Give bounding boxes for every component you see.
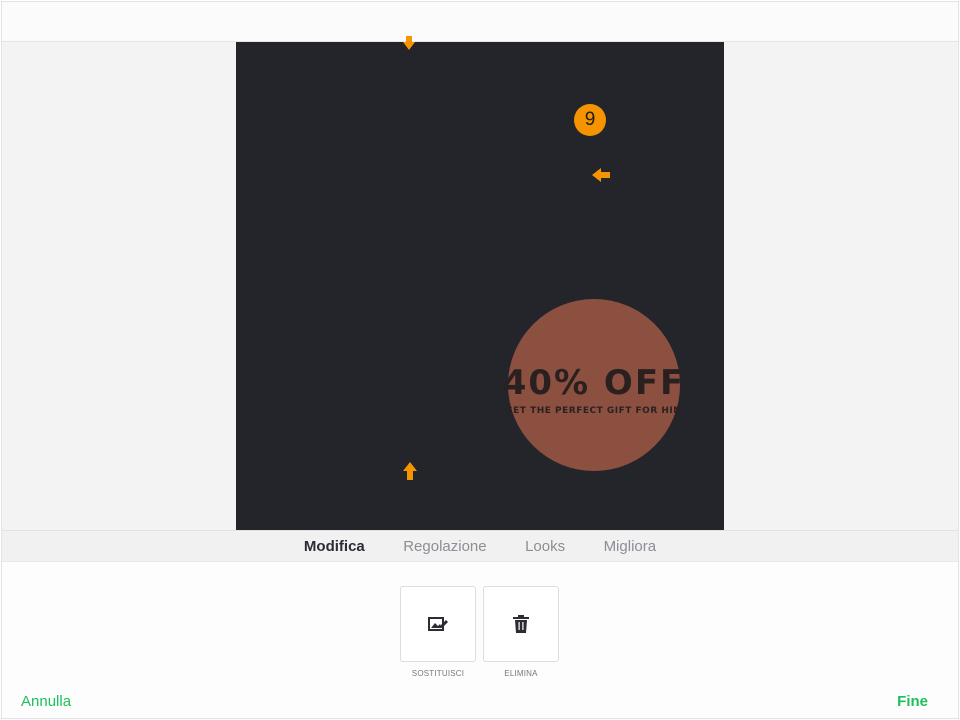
replace-label: SOSTITUISCI (411, 669, 465, 678)
tab-looks[interactable]: Looks (525, 531, 565, 562)
trash-icon (513, 615, 529, 633)
resize-handle-right[interactable] (592, 168, 610, 182)
resize-handle-top[interactable] (403, 36, 415, 50)
cancel-button[interactable]: Annulla (21, 693, 71, 710)
design-artboard[interactable]: 40% OFF GET THE PERFECT GIFT FOR HIM (236, 42, 724, 530)
edit-tab-bar: Modifica Regolazione Looks Migliora (2, 530, 958, 562)
tab-regolazione[interactable]: Regolazione (403, 531, 486, 562)
done-button[interactable]: Fine (897, 693, 928, 710)
resize-handle-bottom[interactable] (403, 462, 417, 480)
promo-circle[interactable]: 40% OFF GET THE PERFECT GIFT FOR HIM (503, 299, 686, 471)
step-number-badge: 9 (574, 104, 606, 136)
replace-button[interactable] (400, 586, 476, 662)
tab-migliora[interactable]: Migliora (604, 531, 657, 562)
delete-tool: ELIMINA (483, 586, 559, 678)
tab-modifica[interactable]: Modifica (304, 531, 365, 562)
promo-tagline: GET THE PERFECT GIFT FOR HIM (505, 406, 682, 416)
image-edit-icon (428, 617, 448, 631)
delete-button[interactable] (483, 586, 559, 662)
canvas-area: 40% OFF GET THE PERFECT GIFT FOR HIM (2, 42, 958, 530)
replace-tool: SOSTITUISCI (400, 586, 476, 678)
top-bar (2, 2, 958, 42)
tool-panel: SOSTITUISCI ELIMINA Annulla Fine (2, 562, 958, 718)
delete-label: ELIMINA (504, 669, 538, 678)
artboard-graphic: 40% OFF GET THE PERFECT GIFT FOR HIM (503, 299, 686, 471)
promo-headline: 40% OFF (503, 363, 686, 403)
